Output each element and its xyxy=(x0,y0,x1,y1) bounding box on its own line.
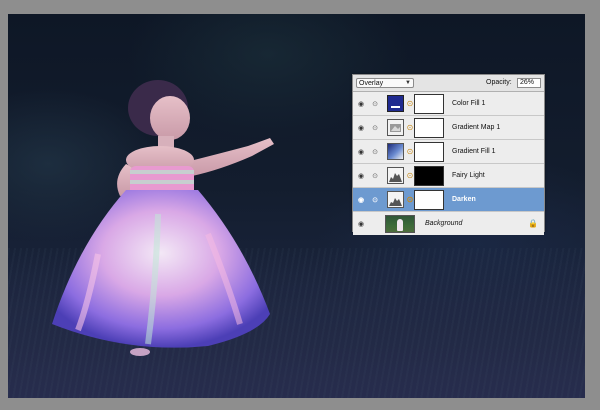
layer-name: Fairy Light xyxy=(452,172,485,179)
layer-name: Darken xyxy=(452,196,476,203)
chevron-down-icon: ▼ xyxy=(405,80,411,86)
mask-link-icon[interactable]: ⊙ xyxy=(406,171,414,180)
blend-mode-value: Overlay xyxy=(359,79,384,87)
opacity-label: Opacity: xyxy=(486,79,512,86)
opacity-input[interactable]: 26% xyxy=(517,78,541,88)
layer-row-darken[interactable]: ◉ ⊙ ⊙ Darken xyxy=(353,188,544,212)
eye-icon[interactable]: ◉ xyxy=(356,220,366,228)
layer-row-gradient-fill-1[interactable]: ◉ ⊙ ⊙ Gradient Fill 1 xyxy=(353,140,544,164)
mask-link-icon[interactable]: ⊙ xyxy=(406,123,414,132)
layer-name: Gradient Map 1 xyxy=(452,124,501,131)
chain-link-icon: ⊙ xyxy=(372,124,378,132)
mask-link-icon[interactable]: ⊙ xyxy=(406,147,414,156)
layer-mask-thumbnail xyxy=(414,117,444,138)
levels-thumbnail xyxy=(387,191,404,208)
chain-link-icon: ⊙ xyxy=(372,100,378,108)
layer-row-color-fill-1[interactable]: ◉ ⊙ ⊙ Color Fill 1 xyxy=(353,92,544,116)
background-photo-thumbnail xyxy=(385,214,415,233)
layer-mask-thumbnail xyxy=(414,93,444,114)
eye-icon[interactable]: ◉ xyxy=(356,124,366,132)
color-fill-thumbnail xyxy=(387,95,404,112)
mask-link-icon[interactable]: ⊙ xyxy=(406,195,414,204)
gradient-fill-thumbnail xyxy=(387,143,404,160)
blend-mode-dropdown[interactable]: Overlay ▼ xyxy=(356,78,414,88)
gradient-map-thumbnail xyxy=(387,119,404,136)
layer-name: Color Fill 1 xyxy=(452,100,486,107)
layer-mask-thumbnail xyxy=(414,165,444,186)
layer-name: Gradient Fill 1 xyxy=(452,148,496,155)
chain-link-icon: ⊙ xyxy=(372,196,378,204)
eye-icon[interactable]: ◉ xyxy=(356,196,366,204)
levels-thumbnail xyxy=(387,167,404,184)
layer-mask-thumbnail xyxy=(414,189,444,210)
layer-mask-thumbnail xyxy=(414,141,444,162)
layers-panel: Overlay ▼ Opacity: 26% ◉ ⊙ ⊙ Color Fill … xyxy=(352,74,545,235)
layer-name: Background xyxy=(425,220,463,227)
eye-icon[interactable]: ◉ xyxy=(356,148,366,156)
chain-link-icon: ⊙ xyxy=(372,148,378,156)
layers-panel-header: Overlay ▼ Opacity: 26% xyxy=(353,75,544,92)
chain-link-icon: ⊙ xyxy=(372,172,378,180)
layer-row-gradient-map-1[interactable]: ◉ ⊙ ⊙ Gradient Map 1 xyxy=(353,116,544,140)
layer-row-fairy-light[interactable]: ◉ ⊙ ⊙ Fairy Light xyxy=(353,164,544,188)
layer-row-background[interactable]: ◉ ⊙ Background 🔒 xyxy=(353,212,544,235)
eye-icon[interactable]: ◉ xyxy=(356,172,366,180)
mask-link-icon[interactable]: ⊙ xyxy=(406,99,414,108)
lock-icon: 🔒 xyxy=(528,219,538,228)
eye-icon[interactable]: ◉ xyxy=(356,100,366,108)
